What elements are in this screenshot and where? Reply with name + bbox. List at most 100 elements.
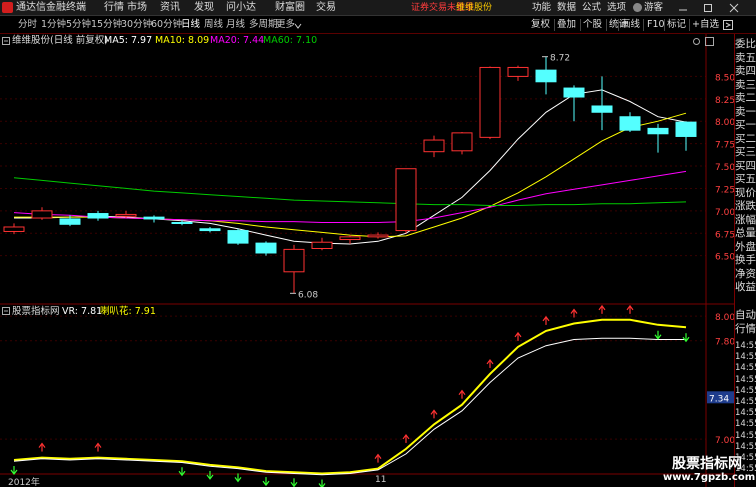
- stock-name-short: 维维股份: [456, 3, 493, 13]
- indicator-tick-label: 8.00: [715, 313, 734, 323]
- period-weekly[interactable]: 周线: [204, 18, 223, 32]
- menu-wenxiaoda[interactable]: 问小达: [226, 1, 256, 15]
- btn-gegu[interactable]: 个股: [583, 18, 602, 32]
- toolbar-divider: [643, 19, 644, 31]
- candle-body: [619, 116, 641, 131]
- indicator-title: 股票指标网: [12, 306, 60, 317]
- side-lower-label-0: 自动: [735, 309, 756, 321]
- toolbar-divider: [689, 19, 690, 31]
- side-label-0: 委比: [735, 38, 756, 50]
- side-time-0: 14:55: [735, 341, 756, 351]
- period-fenshi[interactable]: 分时: [18, 18, 37, 32]
- price-tick-label: 6.50: [715, 253, 734, 263]
- menu-shichang[interactable]: 市场: [127, 1, 147, 15]
- side-label-13: 涨幅: [735, 213, 756, 226]
- chart-close-icon[interactable]: [705, 37, 714, 46]
- period-multi[interactable]: 多周期: [249, 18, 278, 32]
- user-avatar-icon: [633, 3, 642, 12]
- toolbar-divider: [664, 19, 665, 31]
- candle-body: [675, 121, 697, 137]
- ma-line-ma20: [13, 170, 687, 223]
- toolbar-divider: [618, 19, 619, 31]
- period-15min[interactable]: 15分钟: [91, 18, 122, 32]
- maximize-icon[interactable]: [702, 2, 714, 14]
- btn-biaoji[interactable]: 标记: [667, 18, 686, 32]
- indicator-tick-label: 7.00: [715, 436, 734, 446]
- period-5min[interactable]: 5分钟: [66, 18, 91, 32]
- candle-body: [59, 218, 81, 225]
- indicator-lines: [13, 318, 687, 476]
- price-tick-label: 8.50: [715, 73, 734, 83]
- chart-area[interactable]: 8.50 8.25 8.00 7.75 7.50 7.25 7.00 6.75 6.50 8.00…: [0, 34, 734, 487]
- indicator-settings-icon[interactable]: [2, 307, 10, 315]
- menu-shuju[interactable]: 数据: [557, 1, 576, 15]
- candle-body: [283, 248, 305, 273]
- btn-fuquan[interactable]: 复权: [531, 18, 550, 32]
- menu-gongneng[interactable]: 功能: [532, 1, 551, 15]
- minimize-icon[interactable]: [677, 2, 689, 14]
- side-label-3: 卖三: [735, 78, 756, 91]
- period-60min[interactable]: 60分钟: [151, 18, 182, 32]
- side-label-17: 净资: [735, 267, 756, 280]
- period-monthly[interactable]: 月线: [226, 18, 245, 32]
- side-lower-label-1: 行情: [735, 322, 756, 335]
- candle-body: [451, 132, 473, 152]
- candle-body: [87, 213, 109, 219]
- side-time-1: 14:55: [735, 352, 756, 363]
- period-more[interactable]: 更多: [276, 18, 295, 32]
- ma5-label: MA5: 7.97: [104, 35, 153, 46]
- toolbar-divider: [606, 19, 607, 31]
- candle-body: [395, 168, 417, 232]
- price-markers: 8.72 6.08: [290, 54, 570, 300]
- side-time-2: 14:55: [735, 363, 756, 374]
- chart-settings-icon[interactable]: [692, 37, 701, 46]
- high-marker-label: 8.72: [550, 54, 570, 64]
- candle-body: [339, 236, 361, 241]
- side-time-6: 14:55: [735, 408, 756, 419]
- menu-youke[interactable]: 游客: [644, 1, 663, 15]
- price-tick-label: 7.00: [715, 208, 734, 218]
- ma-line-ma10: [14, 112, 687, 238]
- period-daily[interactable]: 日线: [181, 18, 200, 32]
- settings-icon[interactable]: [2, 37, 10, 45]
- side-label-6: 买一: [735, 119, 756, 131]
- side-label-1: 卖五: [735, 51, 756, 64]
- btn-diejia[interactable]: 叠加: [557, 18, 576, 32]
- chevron-down-icon[interactable]: [294, 22, 302, 30]
- menu-caifuquan[interactable]: 财富圈: [275, 1, 305, 15]
- price-tick-label: 6.75: [715, 230, 734, 240]
- ma10-label: MA10: 8.09: [155, 35, 210, 46]
- btn-f10[interactable]: F10: [647, 18, 665, 32]
- chart-grid: [0, 34, 734, 487]
- menu-hangqing[interactable]: 行情: [104, 1, 124, 15]
- candle-body: [199, 228, 221, 232]
- side-label-16: 换手: [735, 254, 756, 266]
- ma60-label: MA60: 7.10: [263, 35, 318, 46]
- side-label-12: 涨跌: [735, 200, 756, 212]
- app-logo-icon: [2, 2, 13, 13]
- watermark-title: 股票指标网: [672, 456, 742, 472]
- side-label-2: 卖四: [735, 65, 756, 77]
- menu-jiaoyi[interactable]: 交易: [316, 1, 336, 15]
- side-time-9: 14:55: [735, 441, 756, 452]
- menu-gongshi[interactable]: 公式: [582, 1, 601, 15]
- menu-zixun[interactable]: 资讯: [160, 1, 180, 15]
- candle-body: [591, 105, 613, 113]
- current-value-tag-label: 7.34: [709, 394, 729, 404]
- price-tick-label: 8.00: [715, 118, 734, 128]
- period-30min[interactable]: 30分钟: [121, 18, 152, 32]
- app-title: 通达信金融终端: [16, 2, 86, 13]
- btn-huaxian[interactable]: 画线: [621, 18, 640, 32]
- candle-body: [563, 87, 585, 98]
- menu-xuanxiang[interactable]: 选项: [607, 1, 626, 15]
- candle-body: [479, 66, 501, 138]
- btn-add-watchlist[interactable]: +自选: [692, 18, 719, 32]
- candle-body: [3, 226, 25, 232]
- candle-body: [31, 210, 53, 219]
- menu-faxian[interactable]: 发现: [194, 1, 214, 15]
- panel-toggle-icon[interactable]: [723, 20, 733, 30]
- side-time-8: 14:55: [735, 430, 756, 441]
- close-icon[interactable]: [728, 2, 740, 14]
- period-1min[interactable]: 1分钟: [41, 18, 66, 32]
- ma-line-ma5: [14, 89, 687, 245]
